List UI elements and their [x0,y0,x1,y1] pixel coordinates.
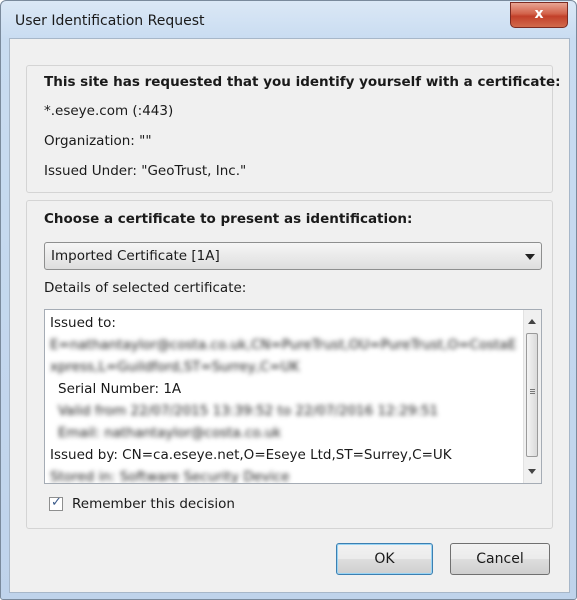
certificate-selected-value: Imported Certificate [1A] [51,248,220,264]
remember-checkbox[interactable]: ✓ [49,495,63,511]
request-heading: This site has requested that you identif… [44,74,561,90]
grip-icon [530,389,535,390]
close-button[interactable]: x [510,2,568,28]
window-title: User Identification Request [15,13,205,29]
detail-issued-by: Issued by: CN=ca.eseye.net,O=Eseye Ltd,S… [50,447,452,463]
site-host: *.eseye.com (:443) [44,103,174,119]
detail-email: Email: nathantaylor@costa.co.uk [58,425,282,441]
details-label: Details of selected certificate: [44,280,247,296]
detail-issued-to: Issued to: [50,315,116,331]
cancel-button[interactable]: Cancel [450,543,550,575]
title-bar: User Identification Request x [1,1,576,39]
detail-serial: Serial Number: 1A [58,381,182,397]
checkmark-icon: ✓ [51,495,62,510]
ok-button[interactable]: OK [336,543,433,575]
close-icon: x [534,6,544,22]
organization-text: Organization: "" [44,133,152,149]
certificate-details[interactable]: Issued to: E=nathantaylor@costa.co.uk,CN… [44,309,542,484]
detail-validity: Valid from 22/07/2015 13:39:52 to 22/07/… [58,403,439,419]
issued-under-text: Issued Under: "GeoTrust, Inc." [44,163,247,179]
detail-subject-1: E=nathantaylor@costa.co.uk,CN=PureTrust,… [50,337,517,353]
choose-heading: Choose a certificate to present as ident… [44,211,413,227]
scroll-thumb[interactable] [526,333,538,457]
scroll-up-icon[interactable] [528,319,536,324]
remember-label[interactable]: Remember this decision [72,496,235,512]
detail-subject-2: xpress,L=Guildford,ST=Surrey,C=UK [50,359,300,375]
scroll-down-icon[interactable] [528,469,536,474]
detail-stored-in: Stored in: Software Security Device [50,469,290,484]
certificate-select[interactable]: Imported Certificate [1A] [44,242,542,270]
chevron-down-icon [525,254,535,260]
details-scrollbar[interactable] [523,310,541,483]
